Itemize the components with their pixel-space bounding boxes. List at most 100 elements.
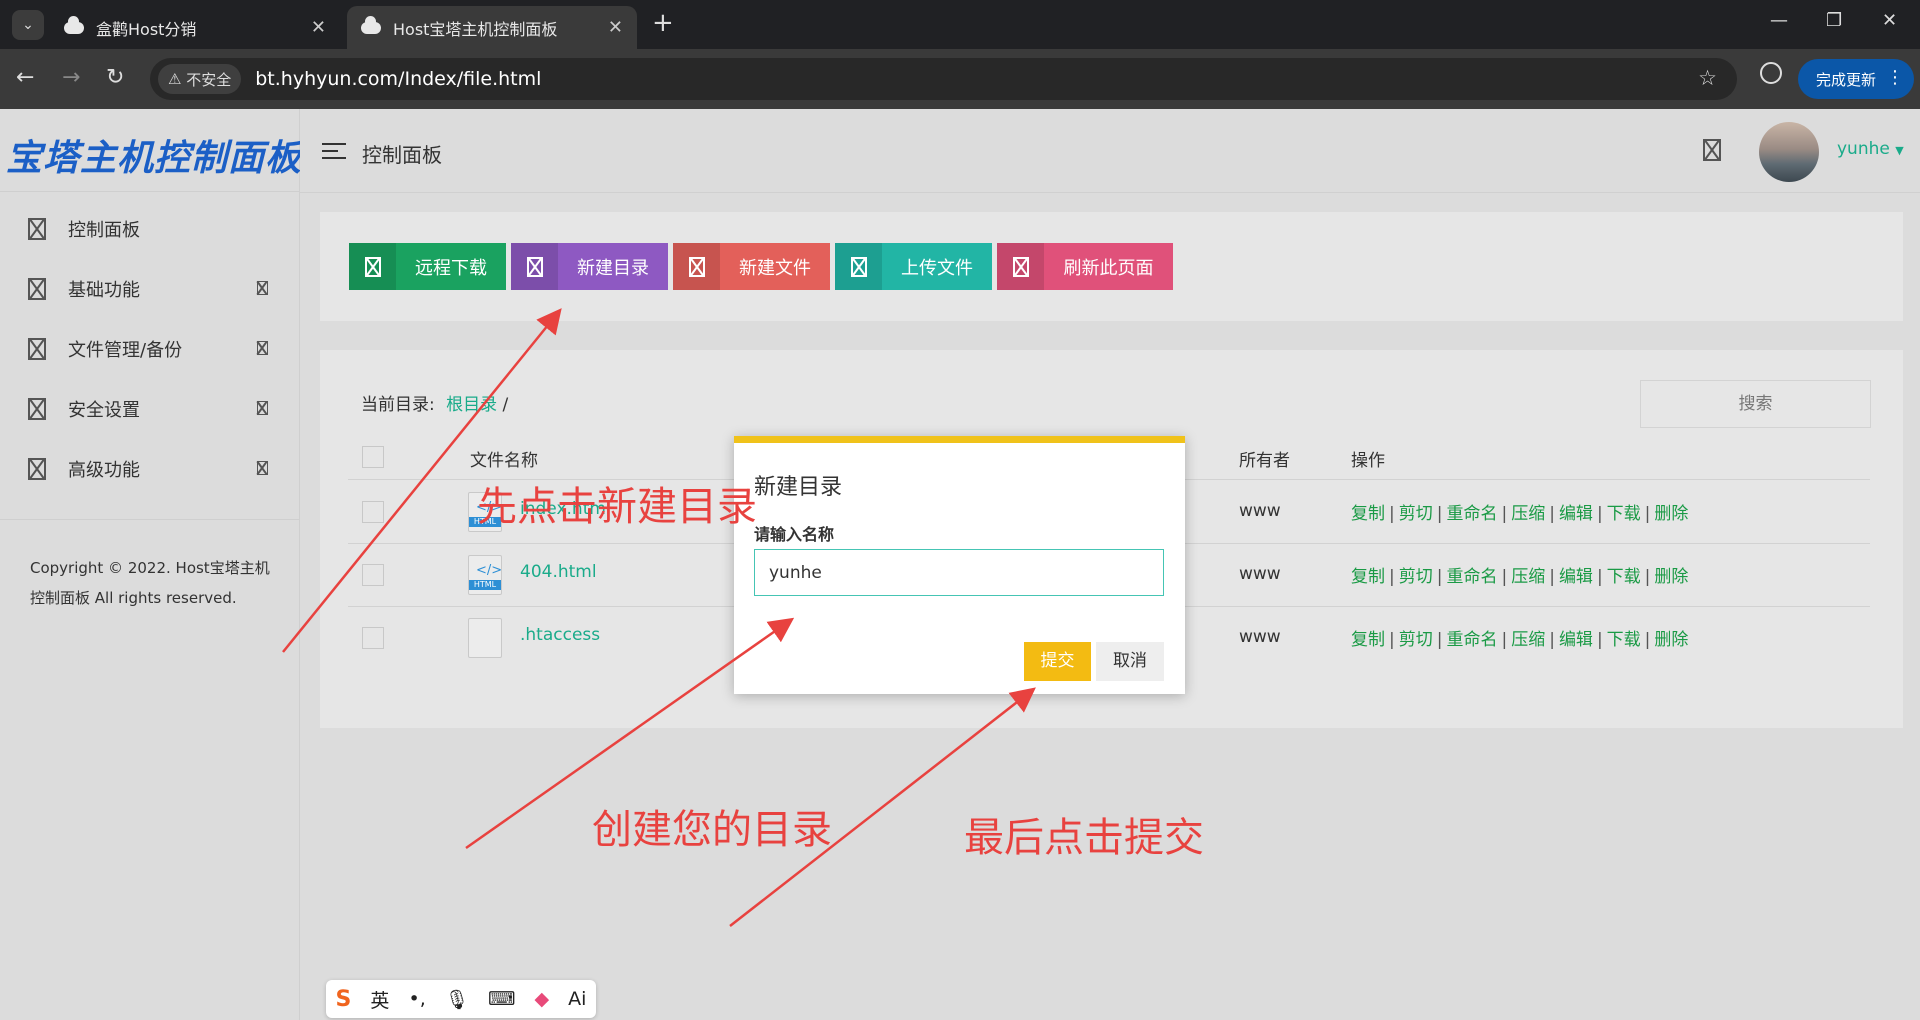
file-owner: www (1239, 501, 1281, 521)
copy-link[interactable]: 复制 (1351, 504, 1385, 524)
edit-link[interactable]: 编辑 (1559, 504, 1593, 524)
brand-logo[interactable]: 宝塔主机控制面板 (6, 129, 302, 181)
update-button[interactable]: 完成更新 ⋮ (1798, 59, 1914, 99)
rename-link[interactable]: 重命名 (1446, 567, 1497, 587)
browser-tab-bar: ⌄ 盒鹳Host分销 ✕ Host宝塔主机控制面板 ✕ + — ❐ ✕ (0, 0, 1920, 49)
file-name-link[interactable]: .htaccess (520, 625, 600, 645)
sidebar-item-advanced[interactable]: 高级功能 (0, 439, 300, 499)
close-tab-icon[interactable]: ✕ (311, 17, 326, 38)
browser-tab[interactable]: 盒鹳Host分销 ✕ (50, 6, 340, 49)
back-icon[interactable]: ← (16, 65, 34, 90)
refresh-icon (997, 243, 1044, 290)
delete-link[interactable]: 删除 (1654, 504, 1688, 524)
expand-icon (257, 281, 268, 295)
warning-icon: ⚠ (168, 70, 187, 88)
security-indicator[interactable]: ⚠ 不安全 (158, 64, 242, 94)
column-header-ops: 操作 (1351, 451, 1385, 471)
file-owner: www (1239, 564, 1281, 584)
row-checkbox[interactable] (362, 564, 384, 586)
sidebar-item-label: 安全设置 (68, 400, 140, 421)
refresh-page-button[interactable]: 刷新此页面 (997, 243, 1173, 290)
tab-search-button[interactable]: ⌄ (12, 10, 44, 40)
ime-punctuation-toggle[interactable]: •, (408, 988, 425, 1010)
more-menu-icon[interactable]: ⋮ (1886, 67, 1904, 88)
compress-link[interactable]: 压缩 (1511, 567, 1545, 587)
sidebar: 宝塔主机控制面板 控制面板 基础功能 文件管理/备份 安全设置 高级功能 Cop… (0, 109, 302, 1020)
delete-link[interactable]: 删除 (1654, 567, 1688, 587)
avatar[interactable] (1759, 122, 1819, 182)
address-bar-row: ← → ↻ ⚠ 不安全 bt.hyhyun.com/Index/file.htm… (0, 49, 1920, 109)
folder-name-input[interactable] (754, 549, 1164, 596)
file-icon (673, 243, 720, 290)
row-operations: 复制 | 剪切 | 重命名 | 压缩 | 编辑 | 下载 | 删除 (1351, 567, 1689, 587)
sidebar-item-dashboard[interactable]: 控制面板 (0, 199, 300, 259)
file-name-link[interactable]: 404.html (520, 562, 597, 582)
forward-icon[interactable]: → (62, 65, 80, 90)
new-folder-button[interactable]: 新建目录 (511, 243, 668, 290)
edit-link[interactable]: 编辑 (1559, 630, 1593, 650)
notification-icon[interactable] (1703, 139, 1721, 161)
delete-link[interactable]: 删除 (1654, 630, 1688, 650)
column-header-name[interactable]: 文件名称 (470, 446, 538, 471)
reload-icon[interactable]: ↻ (106, 65, 124, 90)
user-menu[interactable]: yunhe ▼ (1837, 139, 1904, 159)
rename-link[interactable]: 重命名 (1446, 504, 1497, 524)
new-file-button[interactable]: 新建文件 (673, 243, 830, 290)
sidebar-item-basic[interactable]: 基础功能 (0, 259, 300, 319)
top-header: 控制面板 yunhe ▼ (300, 109, 1920, 193)
compress-link[interactable]: 压缩 (1511, 630, 1545, 650)
annotation-step-2: 创建您的目录 (592, 807, 832, 853)
download-link[interactable]: 下载 (1607, 567, 1641, 587)
submit-button[interactable]: 提交 (1024, 642, 1091, 681)
url-bar[interactable]: ⚠ 不安全 bt.hyhyun.com/Index/file.html ☆ (150, 58, 1737, 100)
cut-link[interactable]: 剪切 (1399, 630, 1433, 650)
remote-download-button[interactable]: 远程下载 (349, 243, 506, 290)
profile-icon[interactable] (1760, 62, 1782, 84)
bookmark-star-icon[interactable]: ☆ (1698, 66, 1717, 90)
copy-link[interactable]: 复制 (1351, 567, 1385, 587)
new-tab-button[interactable]: + (652, 8, 674, 38)
cut-link[interactable]: 剪切 (1399, 567, 1433, 587)
html-file-icon: </> HTML (468, 555, 502, 595)
microphone-icon[interactable]: 🎙 (445, 988, 469, 1011)
ime-ai-button[interactable]: Ai (568, 988, 586, 1010)
page-title: 控制面板 (362, 143, 442, 167)
close-tab-icon[interactable]: ✕ (608, 17, 623, 38)
ime-mode-toggle[interactable]: 英 (370, 986, 389, 1013)
upload-file-button[interactable]: 上传文件 (835, 243, 992, 290)
sidebar-item-files[interactable]: 文件管理/备份 (0, 319, 300, 379)
browser-tab-active[interactable]: Host宝塔主机控制面板 ✕ (347, 6, 637, 49)
select-all-checkbox[interactable] (362, 446, 384, 468)
breadcrumb-root-link[interactable]: 根目录 (446, 395, 497, 415)
cut-link[interactable]: 剪切 (1399, 504, 1433, 524)
copyright-text: Copyright © 2022. Host宝塔主机控制面板 All right… (30, 559, 270, 607)
row-checkbox[interactable] (362, 627, 384, 649)
column-header-owner[interactable]: 所有者 (1239, 446, 1290, 471)
ime-logo[interactable]: S (336, 987, 352, 1012)
cloud-icon (64, 15, 84, 34)
dashboard-icon (28, 218, 46, 240)
username: yunhe (1837, 139, 1890, 159)
url-text[interactable]: bt.hyhyun.com/Index/file.html (255, 68, 541, 90)
rename-link[interactable]: 重命名 (1446, 630, 1497, 650)
search-input[interactable]: 搜索 (1640, 380, 1871, 428)
ime-toolbar: S 英 •, 🎙 ⌨ ◆ Ai (326, 980, 596, 1018)
minimize-icon[interactable]: — (1770, 10, 1788, 31)
copy-link[interactable]: 复制 (1351, 630, 1385, 650)
close-window-icon[interactable]: ✕ (1882, 10, 1897, 31)
folder-name-label: 请输入名称 (754, 525, 835, 544)
keyboard-icon[interactable]: ⌨ (488, 988, 515, 1010)
menu-toggle-icon[interactable] (322, 143, 346, 161)
restore-icon[interactable]: ❐ (1826, 10, 1842, 31)
caret-down-icon: ▼ (1895, 144, 1904, 157)
download-link[interactable]: 下载 (1607, 630, 1641, 650)
sidebar-item-security[interactable]: 安全设置 (0, 379, 300, 439)
cloud-icon (361, 15, 381, 34)
download-link[interactable]: 下载 (1607, 504, 1641, 524)
advanced-icon (28, 458, 46, 480)
cancel-button[interactable]: 取消 (1096, 642, 1164, 681)
edit-link[interactable]: 编辑 (1559, 567, 1593, 587)
compress-link[interactable]: 压缩 (1511, 504, 1545, 524)
row-checkbox[interactable] (362, 501, 384, 523)
skin-icon[interactable]: ◆ (534, 988, 549, 1010)
